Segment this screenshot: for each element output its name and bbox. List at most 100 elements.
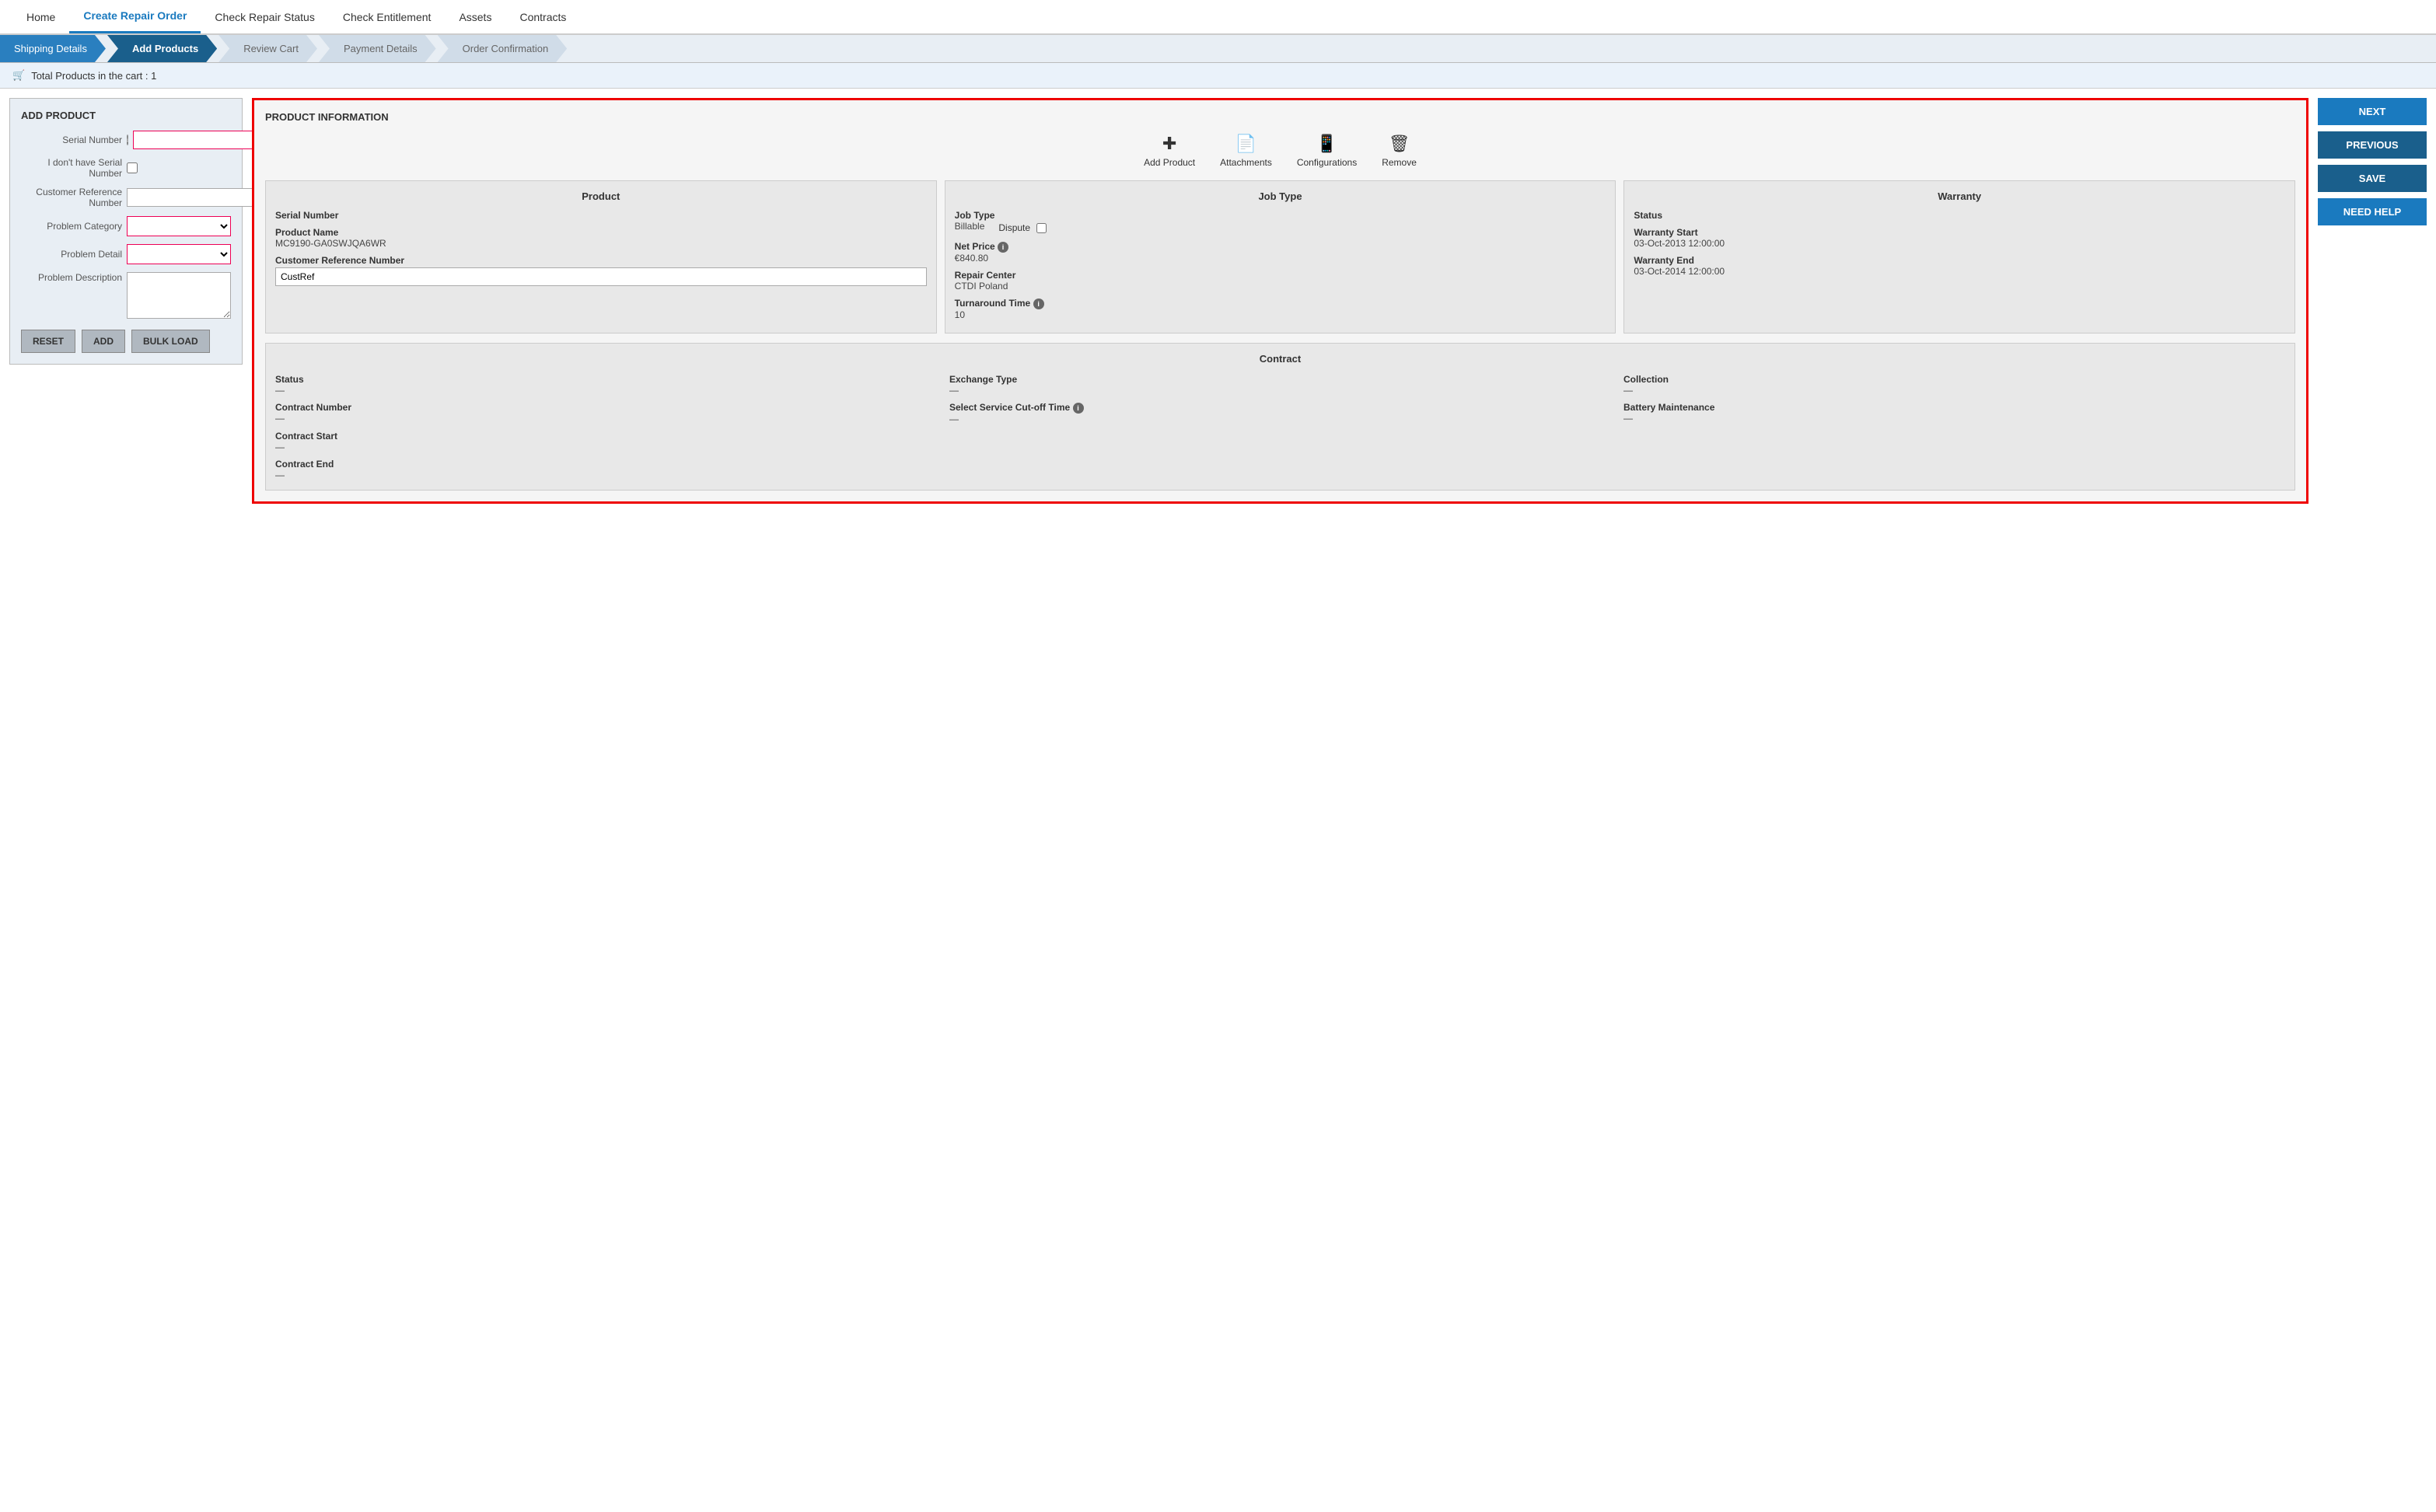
- turnaround-value: 10: [955, 309, 1606, 320]
- customer-ref-row: Customer Reference Number: [21, 187, 231, 208]
- bulk-load-button[interactable]: BULK LOAD: [131, 330, 210, 353]
- serial-number-row: Serial Number i: [21, 131, 231, 149]
- contract-number-label: Contract Number: [275, 402, 937, 413]
- nav-check-entitlement[interactable]: Check Entitlement: [329, 2, 446, 33]
- battery-maintenance-label: Battery Maintenance: [1623, 402, 2285, 413]
- warranty-end-value: 03-Oct-2014 12:00:00: [1634, 266, 2285, 277]
- no-serial-checkbox[interactable]: [127, 162, 138, 173]
- collection-label: Collection: [1623, 374, 2285, 385]
- serial-number-input[interactable]: [133, 131, 264, 149]
- configurations-tool[interactable]: 📱 Configurations: [1297, 134, 1357, 168]
- right-panel: NEXT PREVIOUS SAVE NEED HELP: [2318, 98, 2427, 225]
- add-product-title: ADD PRODUCT: [21, 110, 231, 121]
- contract-card: Contract Status — Exchange Type — Collec…: [265, 343, 2295, 491]
- repair-center-value: CTDI Poland: [955, 281, 1606, 292]
- contract-card-title: Contract: [275, 353, 2285, 365]
- reset-button[interactable]: RESET: [21, 330, 75, 353]
- job-type-card-title: Job Type: [955, 190, 1606, 202]
- remove-tool[interactable]: 🗑 Remove: [1382, 134, 1417, 168]
- customer-ref-label: Customer Reference Number: [21, 187, 122, 208]
- contract-start-label: Contract Start: [275, 431, 937, 442]
- problem-detail-select[interactable]: [127, 244, 231, 264]
- add-product-tool[interactable]: ✚ Add Product: [1144, 134, 1195, 168]
- add-product-tool-label: Add Product: [1144, 157, 1195, 168]
- battery-maintenance-value: —: [1623, 413, 2285, 424]
- contract-end-field: Contract End —: [275, 459, 937, 480]
- exchange-type-label: Exchange Type: [949, 374, 1611, 385]
- dispute-checkbox[interactable]: [1036, 223, 1047, 233]
- contract-start-value: —: [275, 442, 937, 452]
- step-payment-details[interactable]: Payment Details: [319, 35, 436, 62]
- warranty-card: Warranty Status Warranty Start 03-Oct-20…: [1623, 180, 2295, 333]
- need-help-button[interactable]: NEED HELP: [2318, 198, 2427, 225]
- problem-category-row: Problem Category: [21, 216, 231, 236]
- next-button[interactable]: NEXT: [2318, 98, 2427, 125]
- contract-start-field: Contract Start —: [275, 431, 937, 452]
- turnaround-label: Turnaround Time i: [955, 298, 1606, 309]
- attachments-tool[interactable]: 📄 Attachments: [1220, 134, 1272, 168]
- net-price-info-icon[interactable]: i: [998, 242, 1008, 253]
- product-info-title: PRODUCT INFORMATION: [265, 111, 2295, 123]
- nav-home[interactable]: Home: [12, 2, 69, 33]
- collection-value: —: [1623, 385, 2285, 396]
- net-price-label: Net Price i: [955, 241, 1606, 253]
- step-review-cart[interactable]: Review Cart: [218, 35, 317, 62]
- step-order-confirmation[interactable]: Order Confirmation: [438, 35, 568, 62]
- job-type-row: Billable Dispute: [955, 221, 1606, 235]
- configurations-icon: 📱: [1316, 134, 1337, 154]
- problem-category-select[interactable]: [127, 216, 231, 236]
- problem-description-input[interactable]: [127, 272, 231, 319]
- product-card: Product Serial Number Product Name MC919…: [265, 180, 937, 333]
- attachments-tool-label: Attachments: [1220, 157, 1272, 168]
- step-add-products[interactable]: Add Products: [107, 35, 217, 62]
- job-type-label: Job Type: [955, 210, 1606, 221]
- problem-description-label: Problem Description: [21, 272, 122, 283]
- serial-number-field-label: Serial Number: [275, 210, 927, 221]
- save-button[interactable]: SAVE: [2318, 165, 2427, 192]
- repair-center-label: Repair Center: [955, 270, 1606, 281]
- exchange-type-field: Exchange Type —: [949, 374, 1611, 396]
- cart-icon: 🛒: [12, 69, 25, 82]
- dispute-label: Dispute: [998, 222, 1030, 233]
- contract-status-field: Status —: [275, 374, 937, 396]
- problem-detail-label: Problem Detail: [21, 249, 122, 260]
- battery-maintenance-field: Battery Maintenance —: [1623, 402, 2285, 424]
- serial-number-info-icon[interactable]: i: [127, 134, 128, 145]
- warranty-end-label: Warranty End: [1634, 255, 2285, 266]
- product-card-title: Product: [275, 190, 927, 202]
- cutoff-info-icon[interactable]: i: [1073, 403, 1084, 414]
- problem-description-row: Problem Description: [21, 272, 231, 319]
- stepper: Shipping Details Add Products Review Car…: [0, 35, 2436, 63]
- service-cutoff-field: Select Service Cut-off Time i —: [949, 402, 1611, 424]
- add-product-panel: ADD PRODUCT Serial Number i I don't have…: [9, 98, 243, 365]
- contract-end-value: —: [275, 470, 937, 480]
- nav-contracts[interactable]: Contracts: [505, 2, 580, 33]
- step-shipping-details[interactable]: Shipping Details: [0, 35, 106, 62]
- nav-assets[interactable]: Assets: [445, 2, 505, 33]
- turnaround-info-icon[interactable]: i: [1033, 299, 1044, 309]
- nav-check-repair-status[interactable]: Check Repair Status: [201, 2, 328, 33]
- product-information-panel: PRODUCT INFORMATION ✚ Add Product 📄 Atta…: [252, 98, 2308, 504]
- contract-status-value: —: [275, 385, 937, 396]
- remove-icon: 🗑: [1389, 134, 1410, 154]
- nav-create-repair-order[interactable]: Create Repair Order: [69, 0, 201, 33]
- customer-ref-input[interactable]: [127, 188, 258, 207]
- job-type-value: Billable: [955, 221, 985, 232]
- service-cutoff-value: —: [949, 414, 1611, 424]
- cart-count-label: Total Products in the cart : 1: [31, 70, 156, 82]
- add-button[interactable]: ADD: [82, 330, 125, 353]
- form-actions: RESET ADD BULK LOAD: [21, 330, 231, 353]
- contract-number-value: —: [275, 413, 937, 424]
- customer-ref-field-input[interactable]: [275, 267, 927, 286]
- contract-grid: Status — Exchange Type — Collection — Co…: [275, 374, 2285, 480]
- net-price-value: €840.80: [955, 253, 1606, 264]
- warranty-start-value: 03-Oct-2013 12:00:00: [1634, 238, 2285, 249]
- contract-status-label: Status: [275, 374, 937, 385]
- job-type-card: Job Type Job Type Billable Dispute Net P…: [945, 180, 1616, 333]
- warranty-start-label: Warranty Start: [1634, 227, 2285, 238]
- main-layout: ADD PRODUCT Serial Number i I don't have…: [0, 89, 2436, 513]
- top-navigation: Home Create Repair Order Check Repair St…: [0, 0, 2436, 35]
- cart-bar: 🛒 Total Products in the cart : 1: [0, 63, 2436, 89]
- contract-end-label: Contract End: [275, 459, 937, 470]
- previous-button[interactable]: PREVIOUS: [2318, 131, 2427, 159]
